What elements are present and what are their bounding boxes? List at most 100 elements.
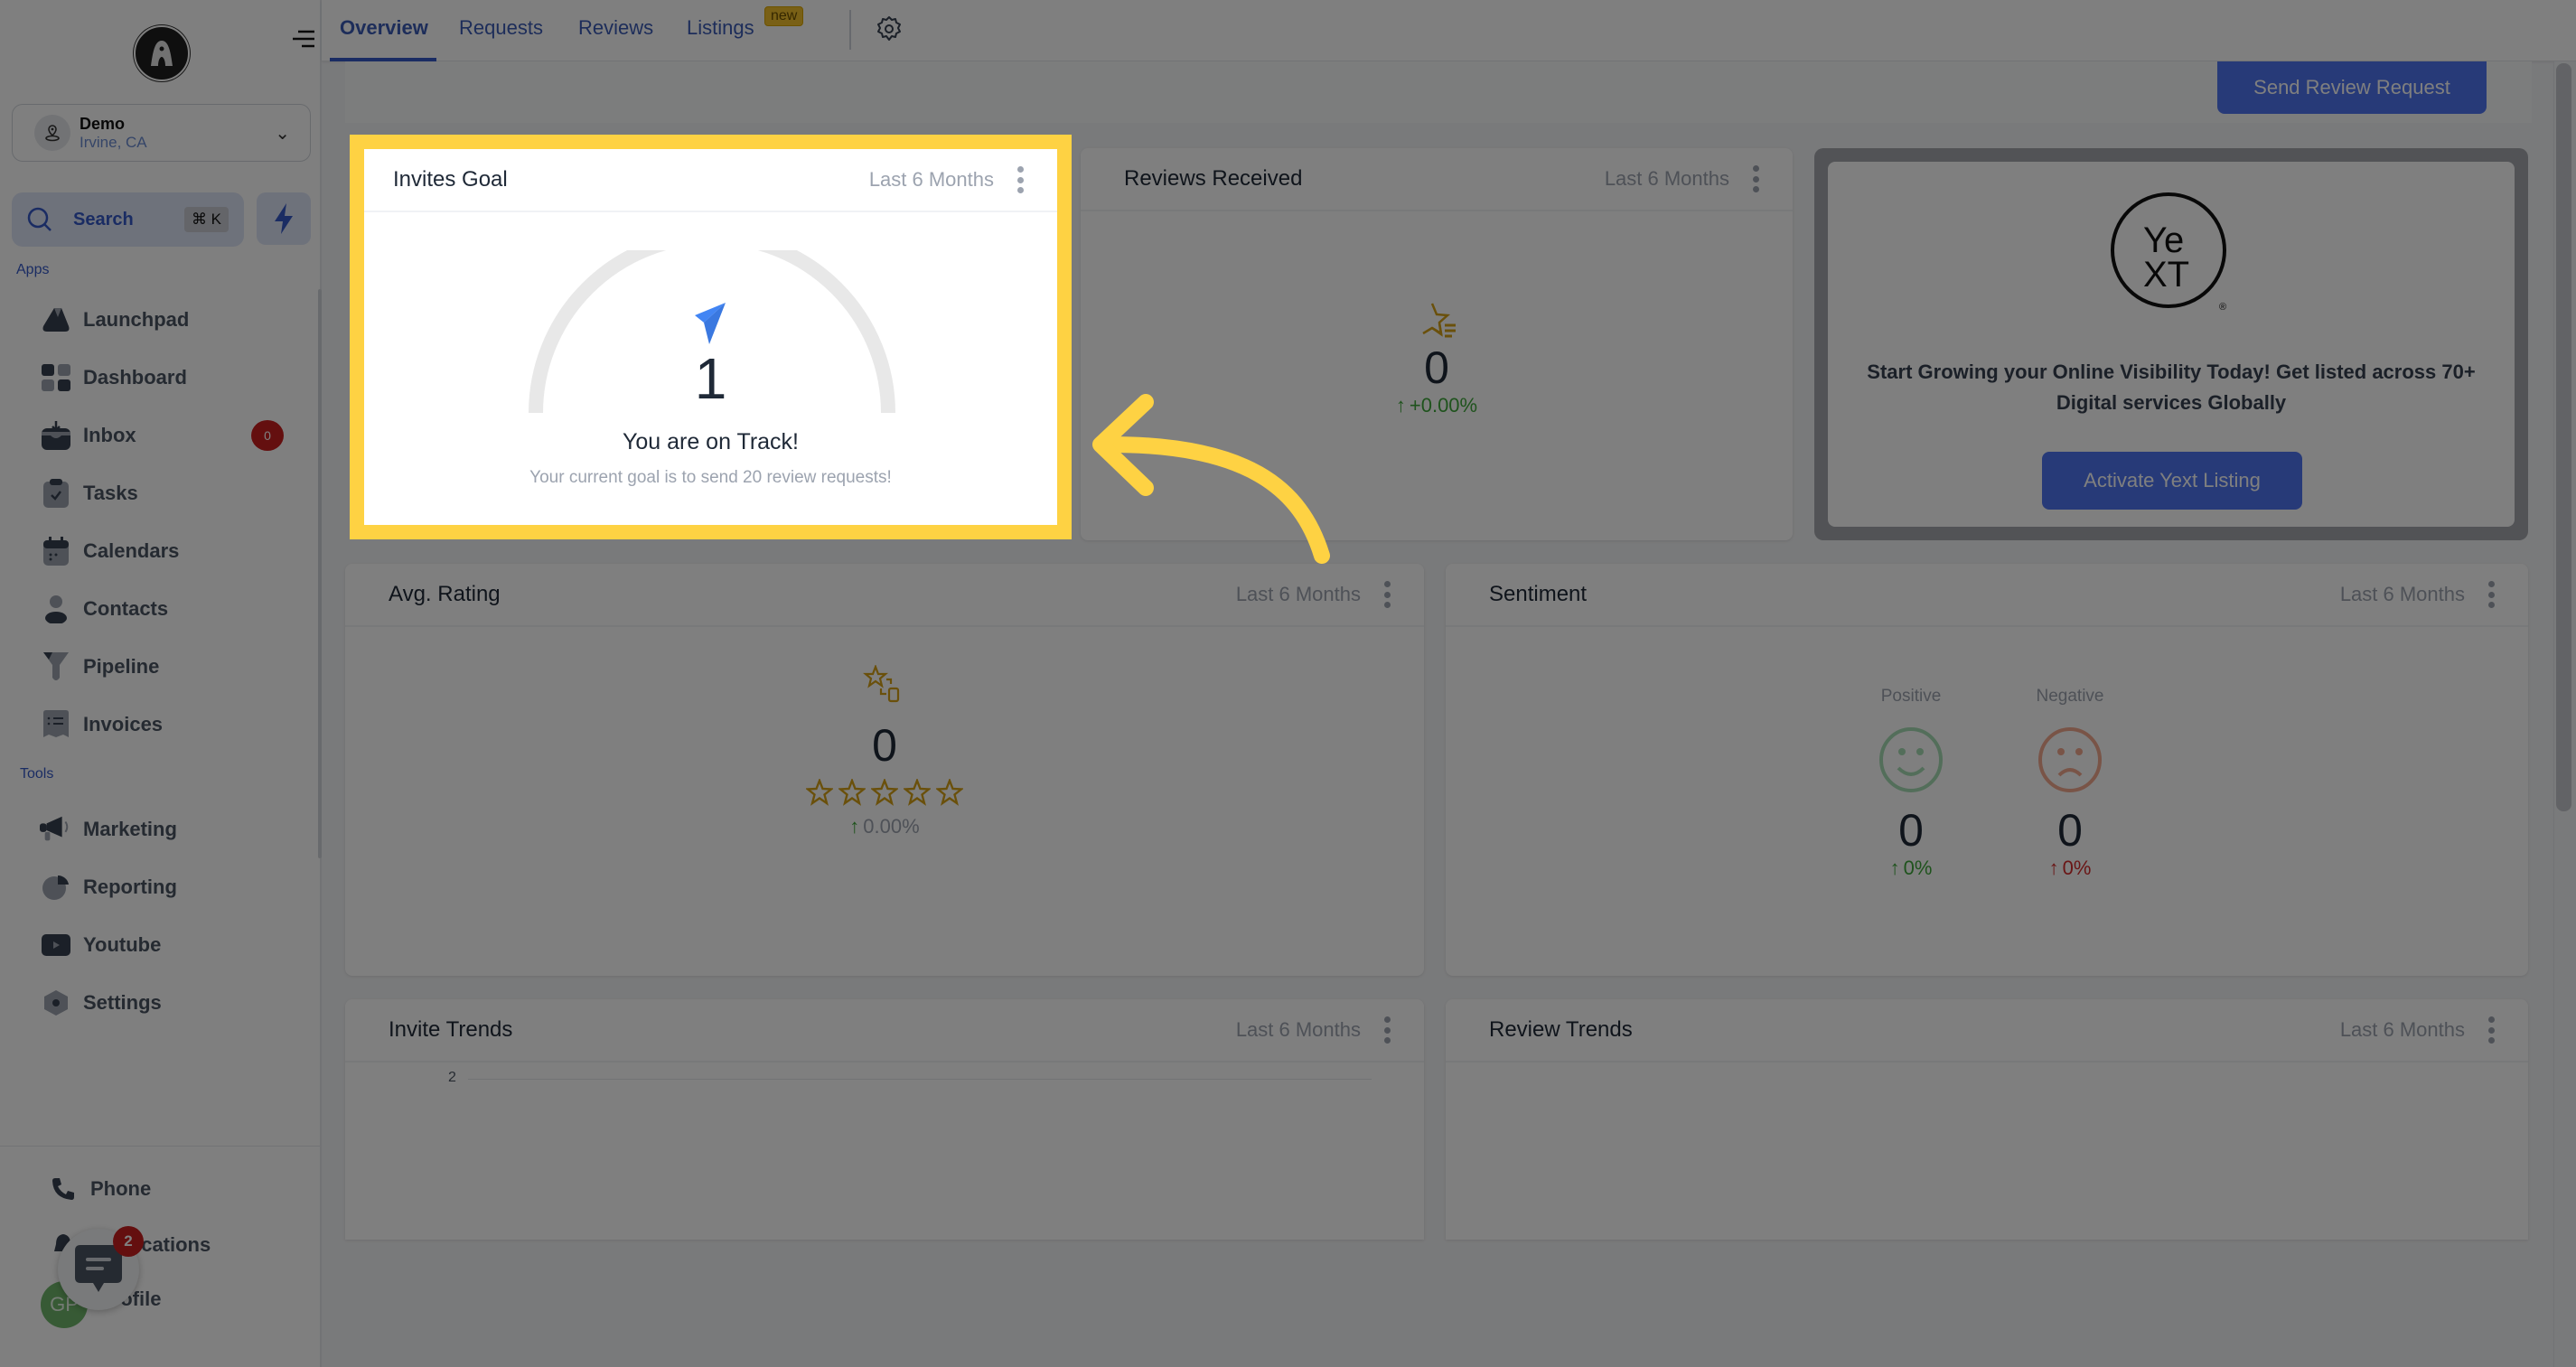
yext-logo: Ye XT ® [2111, 192, 2226, 313]
more-options-icon[interactable] [1749, 165, 1762, 192]
invoices-icon [40, 708, 72, 741]
date-range-label[interactable]: Last 6 Months [1236, 583, 1361, 606]
date-range-label[interactable]: Last 6 Months [2340, 583, 2465, 606]
sidebar-item-launchpad[interactable]: Launchpad [0, 291, 322, 349]
sidebar-scrollbar[interactable] [318, 289, 322, 858]
tab-requests[interactable]: Requests [459, 16, 543, 40]
sidebar-item-pipeline[interactable]: Pipeline [0, 638, 322, 696]
sidebar-item-marketing[interactable]: Marketing [0, 801, 322, 858]
sentiment-positive: Positive 0 ↑ 0% [1870, 687, 1952, 880]
yext-promo-text: Start Growing your Online Visibility Tod… [1867, 360, 2476, 414]
sentiment-card: Sentiment Last 6 Months Positive 0 ↑ 0% N… [1446, 564, 2528, 976]
date-range-label[interactable]: Last 6 Months [2340, 1018, 2465, 1042]
search-button[interactable]: Search ⌘ K [12, 192, 244, 247]
star-icon [838, 779, 866, 806]
date-range-label[interactable]: Last 6 Months [869, 168, 994, 192]
send-review-request-button[interactable]: Send Review Request [2217, 61, 2487, 114]
more-options-icon[interactable] [1381, 581, 1393, 608]
avg-rating-delta: ↑ 0.00% [849, 815, 920, 838]
avg-rating-value: 0 [872, 720, 897, 771]
location-pin-icon [34, 115, 70, 151]
tasks-icon [40, 477, 72, 510]
apps-nav: Launchpad Dashboard Inbox 0 Tasks Calend… [0, 291, 322, 754]
star-icon [871, 779, 898, 806]
sidebar-item-calendars[interactable]: Calendars [0, 522, 322, 580]
more-options-icon[interactable] [1014, 166, 1026, 193]
review-trends-card: Review Trends Last 6 Months [1446, 999, 2528, 1240]
star-rating [806, 779, 963, 806]
megaphone-icon [40, 813, 72, 846]
location-city: Irvine, CA [80, 133, 147, 151]
more-options-icon[interactable] [1381, 1016, 1393, 1044]
sidebar-item-tasks[interactable]: Tasks [0, 464, 322, 522]
y-axis-tick: 2 [448, 1070, 456, 1085]
search-shortcut: ⌘ K [183, 207, 229, 232]
tools-section-label: Tools [20, 766, 54, 782]
frown-icon [2038, 727, 2102, 792]
goal-status: You are on Track! [622, 429, 800, 454]
reviews-received-card: Reviews Received Last 6 Months 0 ↑ +0.00% [1081, 148, 1793, 540]
main-scrollbar-thumb[interactable] [2556, 63, 2571, 811]
activate-yext-listing-button[interactable]: Activate Yext Listing [2042, 452, 2302, 510]
positive-value: 0 [1898, 805, 1924, 856]
sidebar-item-settings[interactable]: Settings [0, 974, 322, 1032]
logo-icon [151, 41, 173, 66]
sidebar-item-contacts[interactable]: Contacts [0, 580, 322, 638]
sidebar-item-reporting[interactable]: Reporting [0, 858, 322, 916]
sidebar-item-dashboard[interactable]: Dashboard [0, 349, 322, 407]
sidebar-divider [0, 1146, 322, 1147]
settings-icon [40, 987, 72, 1019]
sidebar-item-phone[interactable]: Phone [0, 1160, 322, 1218]
sidebar-item-invoices[interactable]: Invoices [0, 696, 322, 754]
sidebar-item-inbox[interactable]: Inbox 0 [0, 407, 322, 464]
negative-value: 0 [2057, 805, 2083, 856]
calendar-icon [40, 535, 72, 567]
date-range-label[interactable]: Last 6 Months [1236, 1018, 1361, 1042]
search-label: Search [73, 209, 134, 229]
dashboard-icon [40, 361, 72, 394]
goal-subtext: Your current goal is to send 20 review r… [529, 468, 892, 487]
rating-icon [863, 665, 900, 703]
invites-sent-value: 1 [694, 346, 727, 411]
search-icon [27, 207, 52, 231]
star-list-icon [1422, 303, 1456, 338]
arrow-up-icon: ↑ [849, 815, 860, 838]
card-title: Invite Trends [389, 1017, 513, 1042]
avg-rating-card: Avg. Rating Last 6 Months 0 ↑ 0.00% [345, 564, 1424, 976]
smiley-icon [1879, 727, 1943, 792]
phone-icon [47, 1173, 80, 1205]
tab-overview[interactable]: Overview [340, 16, 428, 40]
card-title: Avg. Rating [389, 582, 501, 606]
chevron-down-icon: ⌄ [275, 123, 290, 144]
invite-trends-card: Invite Trends Last 6 Months 2 [345, 999, 1424, 1240]
positive-delta: ↑ 0% [1889, 857, 1933, 879]
apps-section-label: Apps [16, 262, 50, 277]
card-title: Invites Goal [393, 167, 508, 192]
top-tab-bar: Overview Requests Reviews Listings new [322, 0, 2576, 61]
more-options-icon[interactable] [2485, 581, 2497, 608]
youtube-icon [40, 929, 72, 961]
tab-reviews[interactable]: Reviews [578, 16, 653, 40]
gear-icon[interactable] [875, 14, 904, 43]
pipeline-icon [40, 651, 72, 683]
yext-promo-card: Ye XT ® Start Growing your Online Visibi… [1828, 162, 2515, 527]
svg-text:®: ® [2219, 302, 2226, 313]
contacts-icon [40, 593, 72, 625]
location-switcher[interactable]: Demo Irvine, CA ⌄ [12, 104, 311, 162]
negative-delta: ↑ 0% [2048, 857, 2092, 879]
sidebar-item-youtube[interactable]: Youtube [0, 916, 322, 974]
tab-listings[interactable]: Listings [687, 16, 754, 40]
more-options-icon[interactable] [2485, 1016, 2497, 1044]
quick-actions-button[interactable] [257, 192, 311, 245]
new-badge: new [764, 6, 804, 26]
inbox-count-badge: 0 [251, 420, 284, 451]
star-icon [904, 779, 931, 806]
card-title: Review Trends [1489, 1017, 1633, 1042]
paper-plane-icon [695, 303, 726, 344]
arrow-up-icon: ↑ [1395, 394, 1406, 417]
app-logo[interactable] [134, 25, 190, 81]
date-range-label[interactable]: Last 6 Months [1605, 167, 1729, 191]
sidebar-item-notifications[interactable]: Notifications [0, 1218, 322, 1272]
collapse-sidebar-button[interactable] [291, 27, 316, 52]
invites-goal-card: Invites Goal Last 6 Months 1 You are on … [350, 135, 1072, 539]
